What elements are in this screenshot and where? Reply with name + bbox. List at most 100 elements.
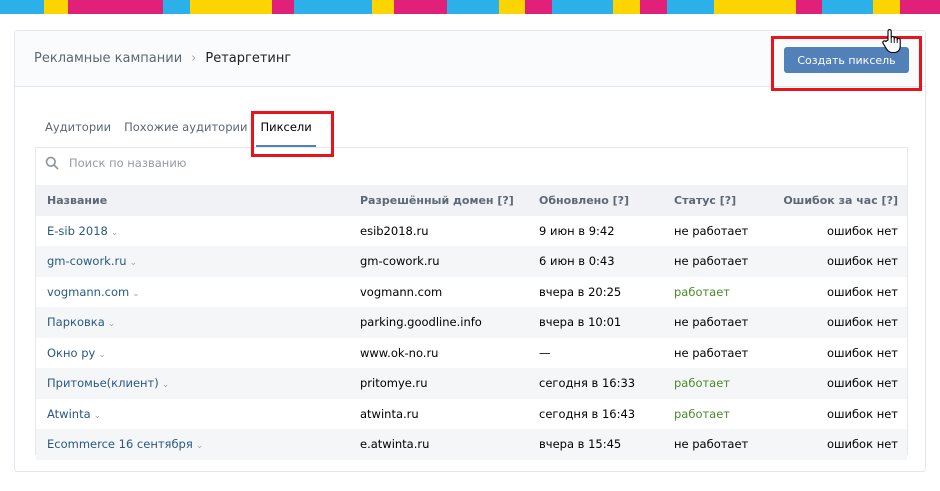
stripe-segment [551, 0, 614, 14]
stripe-segment [525, 0, 552, 14]
stripe-segment [163, 0, 190, 14]
pixel-errors-cell: ошибок нет [826, 284, 898, 299]
pixel-status-cell: не работает [674, 315, 749, 330]
table-row[interactable]: E-sib 2018 ⌄ esib2018.ru 9 июн в 9:42 не раб… [36, 216, 907, 247]
stripe-segment [372, 0, 395, 14]
tab-audiences[interactable]: Аудитории [45, 119, 111, 149]
hand-cursor-icon [882, 29, 901, 54]
pixel-updated-cell: сегодня в 16:43 [539, 406, 636, 421]
pixel-name-link[interactable]: gm-cowork.ru [47, 254, 127, 268]
pixel-domain-cell: parking.goodline.info [360, 315, 482, 330]
stripe-segment [499, 0, 526, 14]
pixel-errors-cell: ошибок нет [826, 315, 898, 330]
pixel-name-cell: Окно ру ⌄ [36, 338, 360, 369]
column-header-updated[interactable]: Обновлено [?] [539, 185, 674, 216]
pixel-domain-cell: atwinta.ru [360, 406, 419, 421]
chevron-down-icon[interactable]: ⌄ [130, 258, 138, 268]
pixel-name-link[interactable]: E-sib 2018 [47, 224, 108, 238]
pixel-domain-cell: vogmann.com [360, 284, 443, 299]
pixel-name-link[interactable]: Atwinta [47, 407, 91, 421]
pixel-updated-cell: 6 июн в 0:43 [539, 254, 615, 269]
decorative-color-stripe [0, 0, 940, 14]
pixel-status-cell: работает [674, 376, 730, 391]
stripe-segment [394, 0, 448, 14]
column-header-status[interactable]: Статус [?] [674, 185, 781, 216]
pixel-name-cell: Парковка ⌄ [36, 307, 360, 338]
highlight-frame-pixels-tab [251, 111, 334, 157]
pixel-name-link[interactable]: Притомье(клиент) [47, 376, 159, 390]
pixel-errors-cell: ошибок нет [826, 437, 898, 452]
pixels-panel: Название Разрешённый домен [?] Обновлено… [35, 147, 908, 460]
pixel-errors-cell: ошибок нет [826, 406, 898, 421]
pixel-name-cell: E-sib 2018 ⌄ [36, 216, 360, 247]
table-header-row: Название Разрешённый домен [?] Обновлено… [36, 185, 907, 216]
chevron-down-icon[interactable]: ⌄ [108, 319, 116, 329]
pixel-status-cell: не работает [674, 345, 749, 360]
chevron-down-icon[interactable]: ⌄ [111, 228, 119, 238]
pixel-status-cell: работает [674, 284, 730, 299]
stripe-segment [873, 0, 901, 14]
search-input[interactable] [69, 156, 469, 170]
pixel-domain-cell: e.atwinta.ru [360, 437, 430, 452]
pixel-name-link[interactable]: Окно ру [47, 346, 95, 360]
pixel-errors-cell: ошибок нет [826, 254, 898, 269]
stripe-segment [447, 0, 500, 14]
search-bar [36, 148, 907, 178]
pixel-domain-cell: esib2018.ru [360, 223, 429, 238]
stripe-segment [294, 0, 373, 14]
retargeting-card: Рекламные кампании › Ретаргетинг Аудитор… [14, 30, 926, 472]
chevron-down-icon[interactable]: ⌄ [196, 441, 204, 451]
pixels-table: Название Разрешённый домен [?] Обновлено… [36, 185, 907, 460]
stripe-segment [189, 0, 272, 14]
breadcrumb-current: Ретаргетинг [205, 51, 292, 66]
stripe-segment [666, 0, 714, 14]
chevron-down-icon[interactable]: ⌄ [94, 411, 102, 421]
pixel-status-cell: не работает [674, 223, 749, 238]
column-header-name[interactable]: Название [36, 185, 360, 216]
pixel-updated-cell: вчера в 10:01 [539, 315, 622, 330]
column-header-errors[interactable]: Ошибок за час [?] [781, 185, 907, 216]
pixel-updated-cell: вчера в 15:45 [539, 437, 622, 452]
pixel-status-cell: работает [674, 406, 730, 421]
table-row[interactable]: Притомье(клиент) ⌄ pritomye.ru сегодня в 16… [36, 368, 907, 399]
stripe-segment [639, 0, 667, 14]
stripe-segment [900, 0, 940, 14]
pixel-name-cell: vogmann.com ⌄ [36, 277, 360, 308]
table-row[interactable]: Парковка ⌄ parking.goodline.info вчера в 10… [36, 307, 907, 338]
pixel-domain-cell: pritomye.ru [360, 376, 428, 391]
table-row[interactable]: Окно ру ⌄ www.ok-no.ru — не работает ошибок н… [36, 338, 907, 369]
pixel-domain-cell: gm-cowork.ru [360, 254, 440, 269]
stripe-segment [68, 0, 164, 14]
stripe-segment [713, 0, 796, 14]
pixel-name-cell: gm-cowork.ru ⌄ [36, 246, 360, 277]
stripe-segment [613, 0, 640, 14]
pixel-errors-cell: ошибок нет [826, 223, 898, 238]
pixel-name-link[interactable]: Парковка [47, 315, 105, 329]
pixel-name-link[interactable]: vogmann.com [47, 285, 129, 299]
pixel-status-cell: не работает [674, 254, 749, 269]
chevron-down-icon[interactable]: ⌄ [162, 380, 170, 390]
table-row[interactable]: gm-cowork.ru ⌄ gm-cowork.ru 6 июн в 0:43 не … [36, 246, 907, 277]
breadcrumb-separator-icon: › [191, 51, 197, 66]
pixel-errors-cell: ошибок нет [826, 376, 898, 391]
pixel-status-cell: не работает [674, 437, 749, 452]
breadcrumb-ad-campaigns-link[interactable]: Рекламные кампании [34, 51, 182, 66]
table-row[interactable]: vogmann.com ⌄ vogmann.com вчера в 20:25 рабо… [36, 277, 907, 308]
pixel-name-cell: Ecommerce 16 сентября ⌄ [36, 429, 360, 460]
column-header-domain[interactable]: Разрешённый домен [?] [360, 185, 539, 216]
pixel-updated-cell: вчера в 20:25 [539, 284, 622, 299]
pixel-updated-cell: сегодня в 16:33 [539, 376, 636, 391]
tab-lookalike-audiences[interactable]: Похожие аудитории [124, 119, 247, 149]
pixel-name-cell: Atwinta ⌄ [36, 399, 360, 430]
pixel-domain-cell: www.ok-no.ru [360, 345, 439, 360]
table-row[interactable]: Atwinta ⌄ atwinta.ru сегодня в 16:43 работае… [36, 399, 907, 430]
pixel-updated-cell: 9 июн в 9:42 [539, 223, 615, 238]
stripe-segment [822, 0, 874, 14]
chevron-down-icon[interactable]: ⌄ [98, 350, 106, 360]
stripe-segment [271, 0, 295, 14]
table-row[interactable]: Ecommerce 16 сентября ⌄ e.atwinta.ru вчера … [36, 429, 907, 460]
pixel-name-link[interactable]: Ecommerce 16 сентября [47, 437, 193, 451]
chevron-down-icon[interactable]: ⌄ [132, 289, 140, 299]
breadcrumb: Рекламные кампании › Ретаргетинг [34, 51, 291, 66]
stripe-segment [43, 0, 69, 14]
